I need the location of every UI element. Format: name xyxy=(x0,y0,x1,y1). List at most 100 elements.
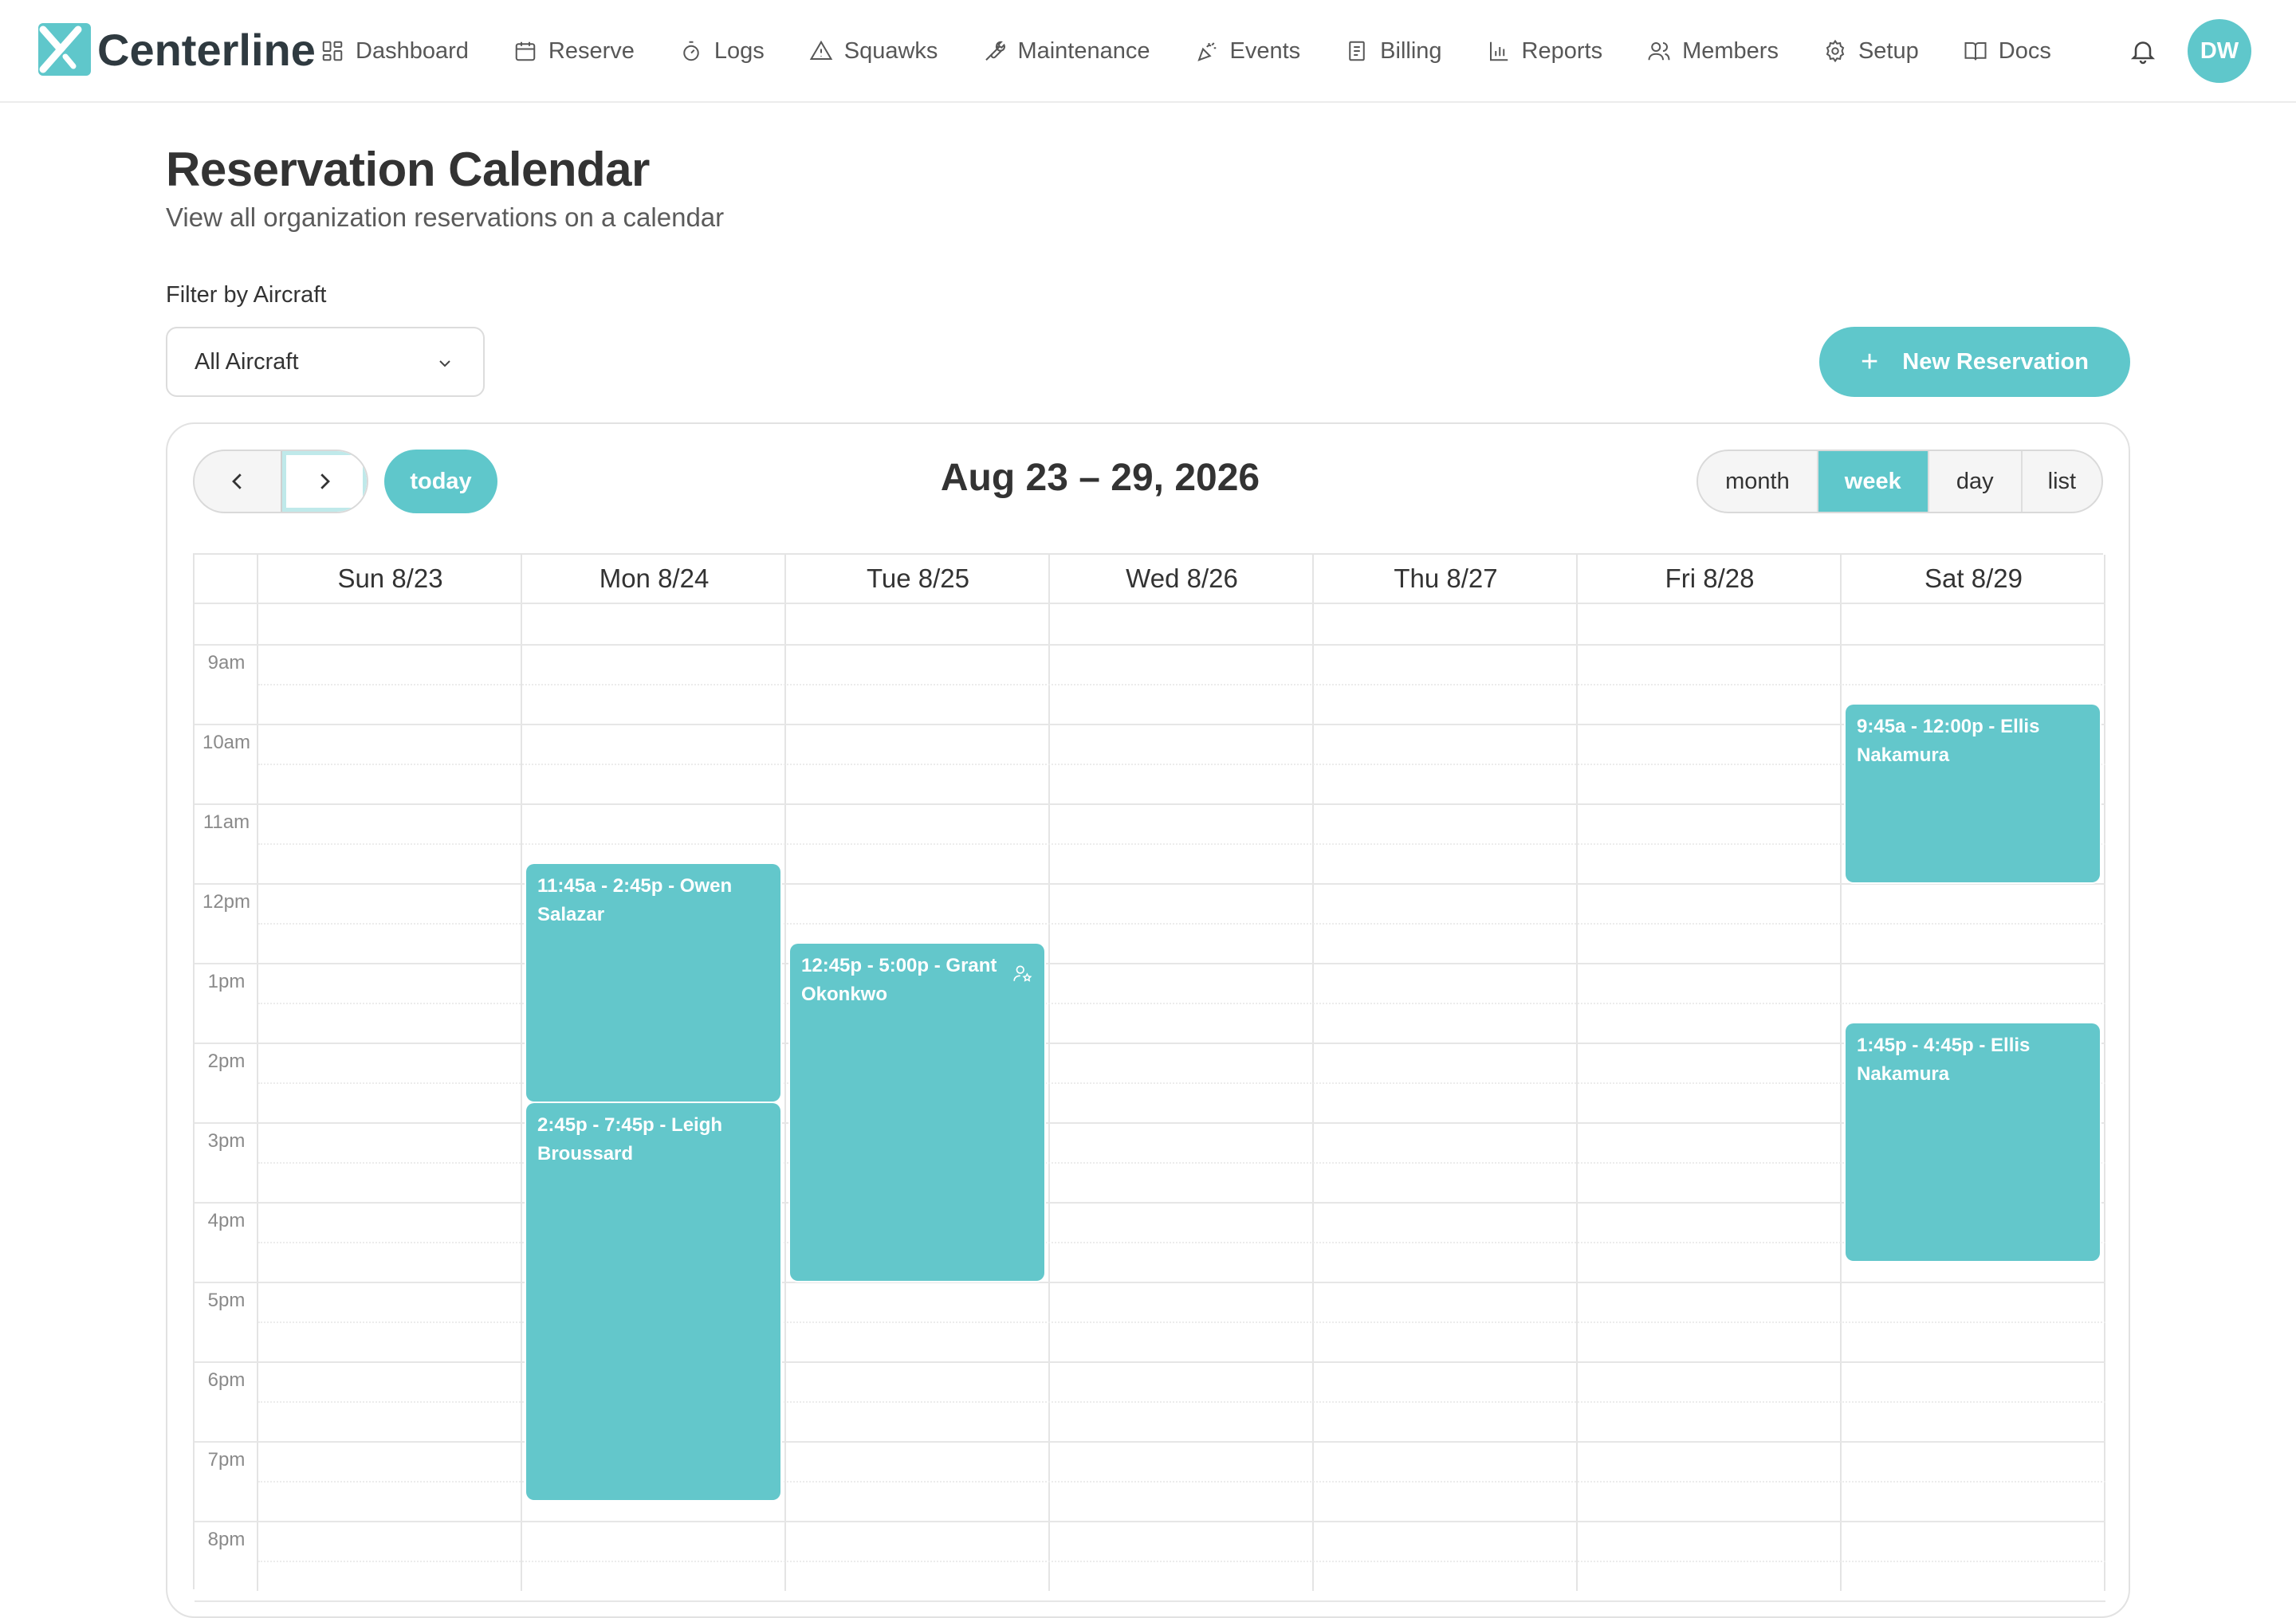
day-header: Thu 8/27 xyxy=(1394,564,1498,593)
nav-item-billing[interactable]: Billing xyxy=(1345,24,1442,78)
page-subtitle: View all organization reservations on a … xyxy=(166,202,725,232)
hour-line xyxy=(195,803,2105,805)
grid-row-line xyxy=(195,603,2105,604)
reservation-event[interactable]: 2:45p - 7:45p - Leigh Broussard xyxy=(526,1103,780,1500)
book-icon xyxy=(1964,42,1987,61)
top-navbar: Centerline Dashboard Reserve Logs Squawk… xyxy=(0,0,2296,103)
brand-logo-link[interactable]: Centerline xyxy=(37,21,316,78)
hour-line xyxy=(195,1122,2105,1124)
chevron-right-icon xyxy=(320,473,330,489)
aircraft-filter-value: All Aircraft xyxy=(195,348,299,375)
time-label: 2pm xyxy=(207,1051,246,1072)
time-label: 3pm xyxy=(207,1130,246,1152)
warning-triangle-icon xyxy=(809,40,833,60)
nav-label: Squawks xyxy=(843,37,938,64)
event-label: 1:45p - 4:45p - Ellis Nakamura xyxy=(1857,1035,2031,1085)
brand-name: Centerline xyxy=(97,24,316,75)
nav-links: Dashboard Reserve Logs Squawks Maintenan… xyxy=(320,24,2051,78)
reservation-event[interactable]: 12:45p - 5:00p - Grant Okonkwo xyxy=(790,944,1044,1281)
day-header: Sun 8/23 xyxy=(337,564,443,593)
nav-item-setup[interactable]: Setup xyxy=(1823,24,1919,78)
nav-label: Members xyxy=(1682,37,1779,64)
nav-label: Logs xyxy=(714,37,765,64)
hour-line xyxy=(195,1521,2105,1522)
nav-item-reports[interactable]: Reports xyxy=(1487,24,1603,78)
grid-column-line xyxy=(1576,555,1578,1591)
next-week-button[interactable] xyxy=(280,451,367,512)
user-avatar[interactable]: DW xyxy=(2188,19,2251,83)
reservation-event[interactable]: 1:45p - 4:45p - Ellis Nakamura xyxy=(1846,1023,2100,1261)
grid-row-line xyxy=(195,644,2105,646)
prev-next-group xyxy=(193,450,368,513)
grid-column-line xyxy=(1840,555,1842,1591)
date-range-title: Aug 23 – 29, 2026 xyxy=(940,457,1260,499)
grid-column-line xyxy=(257,555,258,1591)
nav-item-docs[interactable]: Docs xyxy=(1964,24,2051,78)
nav-label: Dashboard xyxy=(356,37,469,64)
nav-item-reserve[interactable]: Reserve xyxy=(513,24,635,78)
time-label: 10am xyxy=(202,732,251,753)
party-popper-icon xyxy=(1197,42,1216,61)
grid-column-line xyxy=(784,555,786,1591)
time-label: 4pm xyxy=(207,1210,246,1231)
nav-item-dashboard[interactable]: Dashboard xyxy=(320,24,469,78)
hour-line xyxy=(195,1202,2105,1204)
nav-label: Reports xyxy=(1521,37,1603,64)
view-month-button[interactable]: month xyxy=(1698,451,1818,512)
time-label: 1pm xyxy=(207,971,246,992)
calendar-icon xyxy=(515,41,536,61)
bell-icon[interactable] xyxy=(2129,35,2157,67)
day-header: Sat 8/29 xyxy=(1924,564,2023,593)
half-hour-line xyxy=(258,1561,2105,1562)
nav-item-logs[interactable]: Logs xyxy=(679,24,765,78)
new-reservation-button[interactable]: + New Reservation xyxy=(1819,327,2130,397)
day-header: Wed 8/26 xyxy=(1126,564,1238,593)
reservation-event[interactable]: 11:45a - 2:45p - Owen Salazar xyxy=(526,864,780,1102)
time-label: 12pm xyxy=(202,891,251,913)
time-label: 7pm xyxy=(207,1449,246,1471)
nav-label: Maintenance xyxy=(1017,37,1150,64)
page-title: Reservation Calendar xyxy=(166,143,650,196)
new-reservation-label: New Reservation xyxy=(1902,348,2089,375)
nav-item-members[interactable]: Members xyxy=(1647,24,1779,78)
view-switcher: month week day list xyxy=(1696,450,2103,513)
bar-chart-icon xyxy=(1489,41,1508,61)
grid-column-line xyxy=(1312,555,1314,1591)
view-week-button[interactable]: week xyxy=(1818,451,1929,512)
nav-item-maintenance[interactable]: Maintenance xyxy=(982,24,1150,78)
day-header: Fri 8/28 xyxy=(1665,564,1755,593)
hour-line xyxy=(195,1600,2105,1602)
receipt-icon xyxy=(1349,41,1365,61)
today-button[interactable]: today xyxy=(384,450,497,513)
hour-line xyxy=(195,1282,2105,1283)
nav-item-squawks[interactable]: Squawks xyxy=(809,24,938,78)
user-star-icon xyxy=(1013,965,1032,982)
hour-line xyxy=(195,963,2105,964)
nav-label: Setup xyxy=(1858,37,1919,64)
chevron-left-icon xyxy=(232,473,242,489)
view-list-button[interactable]: list xyxy=(2023,451,2101,512)
reservation-event[interactable]: 9:45a - 12:00p - Ellis Nakamura xyxy=(1846,705,2100,882)
grid-column-line xyxy=(1048,555,1050,1591)
day-header: Tue 8/25 xyxy=(866,564,970,593)
aircraft-filter-select[interactable]: All Aircraft xyxy=(166,327,485,397)
event-label: 11:45a - 2:45p - Owen Salazar xyxy=(537,875,733,925)
view-day-button[interactable]: day xyxy=(1929,451,2023,512)
nav-item-events[interactable]: Events xyxy=(1195,24,1300,78)
half-hour-line xyxy=(258,764,2105,765)
event-label: 9:45a - 12:00p - Ellis Nakamura xyxy=(1857,716,2040,766)
grid-column-line xyxy=(2104,555,2105,1591)
half-hour-line xyxy=(258,843,2105,845)
stopwatch-icon xyxy=(683,41,699,61)
centerline-logo-icon xyxy=(38,23,91,76)
dashboard-icon xyxy=(322,41,343,61)
day-header: Mon 8/24 xyxy=(599,564,710,593)
grid-column-line xyxy=(521,555,522,1591)
prev-week-button[interactable] xyxy=(195,451,281,512)
nav-label: Docs xyxy=(1998,37,2051,64)
hour-line xyxy=(195,883,2105,885)
event-label: 2:45p - 7:45p - Leigh Broussard xyxy=(537,1114,723,1164)
hour-line xyxy=(195,1043,2105,1044)
event-label: 12:45p - 5:00p - Grant Okonkwo xyxy=(801,955,997,1005)
time-label: 5pm xyxy=(207,1290,246,1311)
